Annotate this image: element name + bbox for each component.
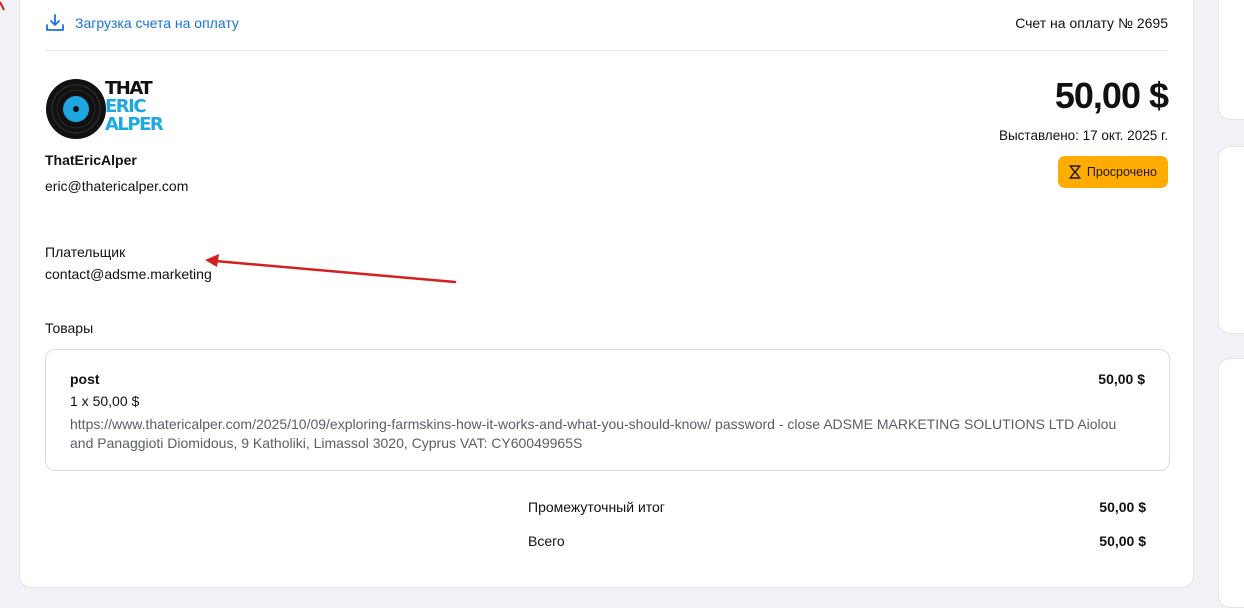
vinyl-record-icon — [46, 79, 106, 139]
invoice-number: Счет на оплату № 2695 — [1015, 15, 1168, 31]
status-badge: Просрочено — [1057, 156, 1168, 188]
side-panel-card-1 — [1218, 0, 1244, 120]
status-label: Просрочено — [1086, 165, 1157, 179]
total-label: Всего — [528, 533, 565, 549]
hourglass-icon — [1069, 165, 1081, 179]
subtotal-value: 50,00 $ — [1099, 499, 1146, 515]
logo-word-3: ALPER — [105, 114, 164, 135]
item-price: 50,00 $ — [1098, 371, 1145, 387]
logo-wordmark: THAT ERIC ALPER — [105, 80, 164, 135]
download-icon — [46, 14, 64, 31]
payer-email: contact@adsme.marketing — [45, 266, 212, 282]
subtotal-row: Промежуточный итог 50,00 $ — [528, 499, 1146, 515]
invoice-header: Загрузка счета на оплату Счет на оплату … — [45, 1, 1168, 51]
side-panel-card-3 — [1218, 358, 1244, 608]
list-item: post 50,00 $ 1 x 50,00 $ https://www.tha… — [45, 349, 1170, 471]
seller-name: ThatEricAlper — [45, 152, 137, 168]
invoice-amount: 50,00 $ — [1054, 75, 1169, 116]
item-name: post — [70, 371, 100, 387]
payer-label: Плательщик — [45, 244, 126, 260]
seller-email: eric@thatericalper.com — [45, 178, 189, 194]
download-invoice-label[interactable]: Загрузка счета на оплату — [75, 15, 239, 31]
side-panel-card-2 — [1218, 146, 1244, 334]
invoice-card: Загрузка счета на оплату Счет на оплату … — [19, 0, 1194, 588]
goods-label: Товары — [45, 320, 94, 336]
item-description: https://www.thatericalper.com/2025/10/09… — [70, 416, 1117, 451]
seller-logo: THAT ERIC ALPER — [45, 78, 164, 140]
total-row: Всего 50,00 $ — [528, 533, 1146, 549]
subtotal-label: Промежуточный итог — [528, 499, 665, 515]
issued-date: Выставлено: 17 окт. 2025 г. — [998, 128, 1168, 143]
item-quantity: 1 x 50,00 $ — [70, 393, 140, 409]
download-invoice-link[interactable]: Загрузка счета на оплату — [45, 13, 239, 33]
total-value: 50,00 $ — [1099, 533, 1146, 549]
